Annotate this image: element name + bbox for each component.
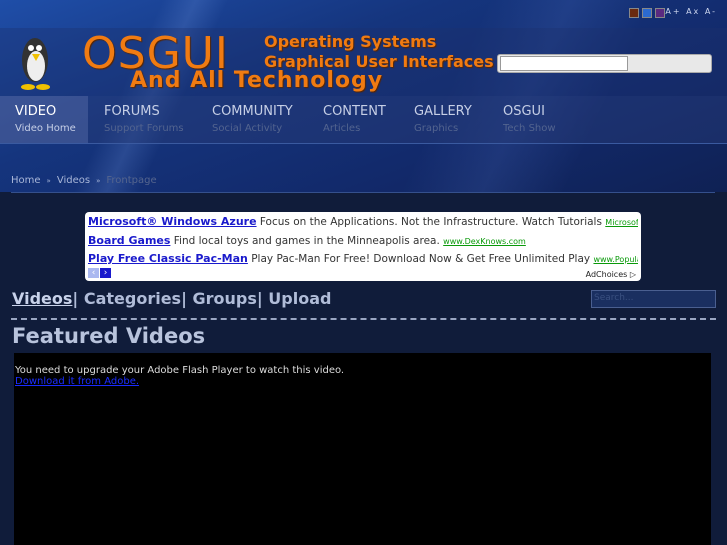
penguin-logo-icon bbox=[21, 38, 50, 90]
breadcrumb-current: Frontpage bbox=[106, 175, 157, 186]
ad-row: Microsoft® Windows Azure Focus on the Ap… bbox=[88, 213, 638, 232]
nav-title: CONTENT bbox=[323, 104, 386, 119]
flash-download-link[interactable]: Download it from Adobe. bbox=[15, 376, 710, 387]
video-search-input[interactable]: Search... bbox=[591, 290, 716, 308]
nav-item-osgui[interactable]: OSGUI Tech Show bbox=[487, 96, 587, 143]
ad-text: Play Pac-Man For Free! Download Now & Ge… bbox=[251, 253, 591, 265]
ad-text: Find local toys and games in the Minneap… bbox=[173, 234, 440, 247]
breadcrumb-separator: » bbox=[46, 177, 51, 185]
nav-sub: Tech Show bbox=[503, 123, 556, 134]
video-nav-groups[interactable]: Groups bbox=[192, 289, 256, 308]
nav-sub: Support Forums bbox=[104, 123, 184, 134]
video-nav-categories[interactable]: Categories bbox=[84, 289, 181, 308]
header-search-input[interactable] bbox=[500, 56, 628, 71]
theme-switcher bbox=[629, 8, 665, 18]
separator: | bbox=[72, 289, 79, 308]
nav-sub: Graphics bbox=[414, 123, 459, 134]
nav-sub: Social Activity bbox=[212, 123, 283, 134]
theme-purple-icon[interactable] bbox=[655, 8, 665, 18]
video-nav-videos[interactable]: Videos bbox=[12, 289, 72, 308]
nav-sub: Articles bbox=[323, 123, 361, 134]
ad-link[interactable]: Play Free Classic Pac-Man bbox=[88, 252, 248, 265]
theme-brown-icon[interactable] bbox=[629, 8, 639, 18]
ad-choices[interactable]: AdChoices ▷ bbox=[586, 270, 636, 279]
divider bbox=[11, 192, 715, 193]
main-nav: VIDEO Video Home FORUMS Support Forums COM… bbox=[0, 96, 727, 144]
video-nav-upload[interactable]: Upload bbox=[268, 289, 331, 308]
header-search bbox=[497, 54, 712, 73]
nav-title: COMMUNITY bbox=[212, 104, 293, 119]
nav-item-forums[interactable]: FORUMS Support Forums bbox=[88, 96, 196, 143]
nav-title: VIDEO bbox=[15, 104, 57, 119]
font-size-controls[interactable]: A+ Ax A- bbox=[665, 7, 717, 16]
ad-link[interactable]: Microsoft® Windows Azure bbox=[88, 215, 257, 228]
nav-title: FORUMS bbox=[104, 104, 160, 119]
ad-link[interactable]: Board Games bbox=[88, 234, 170, 247]
breadcrumb-separator: » bbox=[96, 177, 101, 185]
nav-item-community[interactable]: COMMUNITY Social Activity bbox=[196, 96, 307, 143]
ad-banner: Microsoft® Windows Azure Focus on the Ap… bbox=[85, 212, 641, 281]
ad-next-icon[interactable]: › bbox=[100, 268, 111, 278]
dashed-divider bbox=[11, 318, 716, 320]
breadcrumb-home[interactable]: Home bbox=[11, 175, 41, 186]
ad-row: Board Games Find local toys and games in… bbox=[88, 232, 638, 251]
separator: | bbox=[256, 289, 263, 308]
nav-item-video[interactable]: VIDEO Video Home bbox=[0, 96, 88, 143]
logo-subtitle-line1: Operating Systems bbox=[264, 32, 437, 51]
nav-sub: Video Home bbox=[15, 123, 76, 134]
separator: | bbox=[181, 289, 187, 308]
featured-title: Featured Videos bbox=[12, 324, 206, 348]
ad-url[interactable]: www.PopularDownloads bbox=[593, 255, 638, 264]
nav-title: OSGUI bbox=[503, 104, 545, 119]
video-player[interactable]: You need to upgrade your Adobe Flash Pla… bbox=[14, 353, 711, 545]
nav-item-content[interactable]: CONTENT Articles bbox=[307, 96, 398, 143]
nav-title: GALLERY bbox=[414, 104, 472, 119]
ad-prev-icon[interactable]: ‹ bbox=[88, 268, 99, 278]
flash-message: You need to upgrade your Adobe Flash Pla… bbox=[15, 365, 345, 376]
logo-tagline: And All Technology bbox=[130, 68, 384, 93]
logo-subtitle: Operating Systems Graphical User Interfa… bbox=[264, 32, 494, 72]
ad-url[interactable]: www.DexKnows.com bbox=[443, 237, 526, 246]
breadcrumb-videos[interactable]: Videos bbox=[57, 175, 90, 186]
theme-blue-icon[interactable] bbox=[642, 8, 652, 18]
nav-item-gallery[interactable]: GALLERY Graphics bbox=[398, 96, 487, 143]
breadcrumb: Home » Videos » Frontpage bbox=[11, 175, 157, 186]
ad-row: Play Free Classic Pac-Man Play Pac-Man F… bbox=[88, 250, 638, 269]
ad-url[interactable]: Microsoft.com/Cloud bbox=[605, 218, 638, 227]
ad-text: Focus on the Applications. Not the Infra… bbox=[259, 216, 602, 228]
video-nav: Videos| Categories| Groups| Upload bbox=[12, 289, 331, 308]
